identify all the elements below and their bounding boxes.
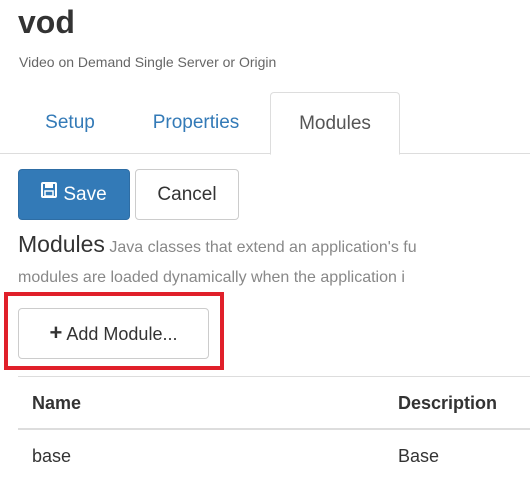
app-title: vod xyxy=(18,4,75,40)
save-label: Save xyxy=(63,183,107,205)
table-header: Name Description xyxy=(18,376,530,430)
page: vod Video on Demand Single Server or Ori… xyxy=(0,0,530,495)
plus-icon: + xyxy=(49,320,63,345)
cell-description: Base xyxy=(398,446,440,466)
modules-heading: Modules xyxy=(18,232,105,257)
tab-setup[interactable]: Setup xyxy=(18,92,122,153)
cancel-button[interactable]: Cancel xyxy=(135,169,239,220)
modules-description-line1: Java classes that extend an application'… xyxy=(109,239,417,256)
cell-name: base xyxy=(32,446,72,466)
floppy-disk-icon xyxy=(41,169,58,217)
modules-description: Modules Java classes that extend an appl… xyxy=(18,232,530,260)
app-subtitle: Video on Demand Single Server or Origin xyxy=(19,54,277,70)
modules-description-line2: modules are loaded dynamically when the … xyxy=(18,269,405,286)
tab-bar: Setup Properties Modules xyxy=(18,92,530,155)
column-header-description[interactable]: Description xyxy=(398,377,497,429)
column-header-name[interactable]: Name xyxy=(32,377,81,429)
add-module-label: Add Module... xyxy=(66,324,178,344)
tab-modules[interactable]: Modules xyxy=(270,92,400,155)
save-button[interactable]: Save xyxy=(18,169,130,220)
table-row[interactable]: base Base xyxy=(18,430,530,484)
add-module-button[interactable]: + Add Module... xyxy=(18,308,209,359)
tab-properties[interactable]: Properties xyxy=(126,92,266,153)
